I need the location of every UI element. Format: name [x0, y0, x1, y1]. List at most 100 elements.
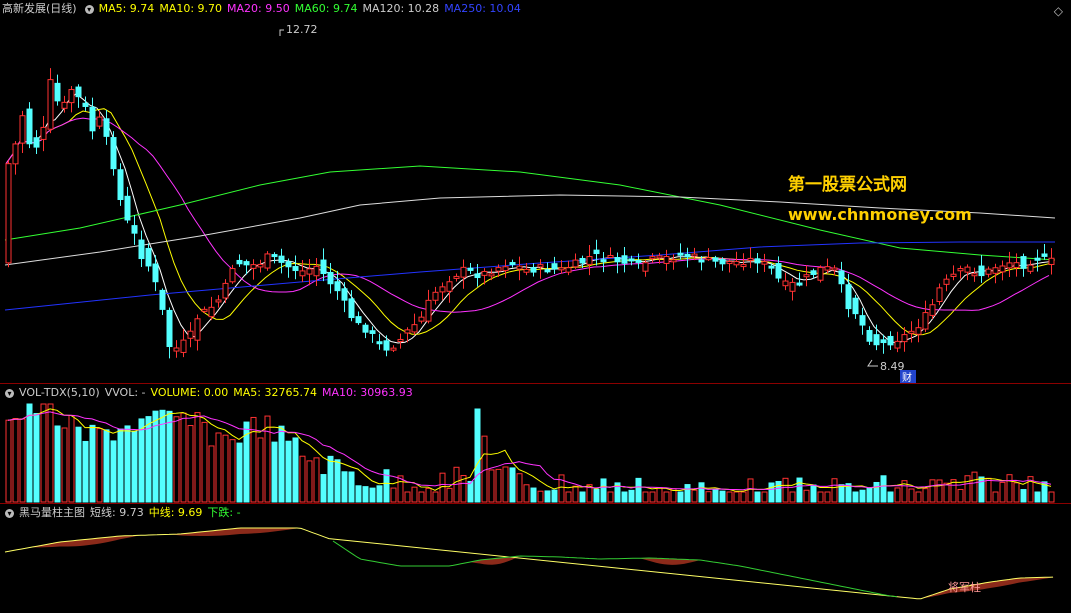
- candle-body: [866, 330, 873, 342]
- candle-body: [1020, 256, 1027, 269]
- volume-bar: [593, 488, 600, 503]
- volume-bar: [565, 491, 572, 503]
- candle-body: [348, 298, 355, 319]
- candle-body: [131, 225, 138, 234]
- candle-body: [264, 253, 271, 269]
- candle-body: [138, 239, 145, 260]
- candle-body: [754, 258, 761, 264]
- volume-bar: [831, 478, 838, 503]
- candlestick-chart[interactable]: 12.728.49财: [0, 0, 1071, 383]
- chart-title: 高新发展(日线): [2, 2, 77, 15]
- candle-body: [691, 253, 698, 257]
- volume-bar: [362, 486, 369, 503]
- candle-body: [824, 266, 831, 271]
- candle-body: [467, 267, 474, 271]
- candle-body: [425, 299, 432, 322]
- volume-bar: [411, 486, 418, 503]
- volume-bar: [61, 427, 68, 503]
- volume-bar: [523, 484, 530, 503]
- candle-body: [383, 340, 390, 351]
- candle-body: [894, 340, 901, 349]
- candle-body: [474, 273, 481, 279]
- volume-chart[interactable]: [0, 384, 1071, 503]
- volume-bar: [649, 491, 656, 503]
- volume-label: VVOL: -: [104, 386, 146, 399]
- price-panel[interactable]: 高新发展(日线) ▾ MA5: 9.74 MA10: 9.70 MA20: 9.50 MA…: [0, 0, 1071, 384]
- volume-bar: [75, 426, 82, 503]
- candle-body: [558, 267, 565, 271]
- settings-dot-icon[interactable]: ▾: [84, 4, 94, 14]
- candle-body: [978, 265, 985, 277]
- candle-body: [761, 261, 768, 265]
- candle-body: [152, 263, 159, 283]
- volume-bar: [866, 487, 873, 503]
- indicator-panel[interactable]: ▾ 黑马量柱主图 短线: 9.73 中线: 9.69 下跌: - 将军柱: [0, 504, 1071, 612]
- candle-body: [1041, 253, 1048, 257]
- price-header: 高新发展(日线) ▾ MA5: 9.74 MA10: 9.70 MA20: 9.50 MA…: [2, 2, 531, 16]
- candle-body: [495, 267, 502, 272]
- volume-bar: [40, 403, 47, 503]
- candle-body: [971, 273, 978, 277]
- volume-bar: [418, 491, 425, 503]
- candle-body: [313, 265, 320, 277]
- candle-body: [887, 335, 894, 346]
- candle-body: [782, 280, 789, 287]
- volume-bar: [894, 487, 901, 503]
- volume-bar: [628, 489, 635, 503]
- candle-body: [880, 339, 887, 344]
- volume-bar: [789, 491, 796, 503]
- indicator-band: [920, 577, 1055, 599]
- high-price-label: 12.72: [286, 23, 318, 36]
- volume-bar: [54, 425, 61, 503]
- candle-body: [47, 79, 54, 130]
- settings-dot-icon[interactable]: ▾: [5, 508, 14, 518]
- candle-body: [446, 281, 453, 292]
- candle-body: [698, 259, 705, 263]
- candle-body: [243, 261, 250, 266]
- volume-bar: [5, 419, 12, 503]
- candle-body: [299, 270, 306, 277]
- volume-bar: [33, 413, 40, 503]
- volume-bar: [103, 429, 110, 503]
- volume-bar: [999, 481, 1006, 503]
- volume-bar: [488, 469, 495, 503]
- candle-body: [523, 268, 530, 273]
- volume-bar: [474, 408, 481, 503]
- candle-body: [61, 101, 68, 109]
- volume-bar: [852, 491, 859, 503]
- candle-body: [117, 169, 124, 201]
- candle-body: [516, 265, 523, 270]
- indicator-chart[interactable]: 将军柱: [0, 504, 1071, 612]
- volume-bar: [873, 481, 880, 503]
- candle-body: [810, 270, 817, 275]
- candle-body: [1034, 257, 1041, 261]
- indicator-mid-line: [4, 527, 1054, 600]
- volume-bar: [796, 477, 803, 503]
- candle-body: [411, 324, 418, 333]
- volume-bar: [922, 488, 929, 503]
- candle-body: [327, 271, 334, 285]
- candle-body: [1013, 262, 1020, 269]
- indicator-header: ▾ 黑马量柱主图 短线: 9.73 中线: 9.69 下跌: -: [2, 506, 251, 520]
- candle-body: [607, 254, 614, 258]
- volume-panel[interactable]: ▾ VOL-TDX(5,10) VVOL: - VOLUME: 0.00 MA5: 32…: [0, 384, 1071, 504]
- volume-bar: [96, 428, 103, 503]
- candle-body: [537, 264, 544, 268]
- candle-body: [677, 252, 684, 256]
- settings-dot-icon[interactable]: ▾: [5, 388, 14, 398]
- volume-bar: [803, 489, 810, 503]
- volume-bar: [306, 460, 313, 503]
- volume-bar: [89, 424, 96, 503]
- volume-bar: [551, 489, 558, 503]
- volume-bar: [334, 459, 341, 503]
- candle-body: [586, 256, 593, 265]
- volume-bar: [299, 455, 306, 503]
- ma-label: MA250: 10.04: [444, 2, 521, 15]
- volume-bar: [264, 415, 271, 503]
- volume-bar: [1020, 489, 1027, 503]
- candle-body: [362, 324, 369, 333]
- candle-body: [292, 266, 299, 272]
- volume-bar: [68, 414, 75, 503]
- volume-bar: [880, 475, 887, 503]
- candle-body: [215, 299, 222, 303]
